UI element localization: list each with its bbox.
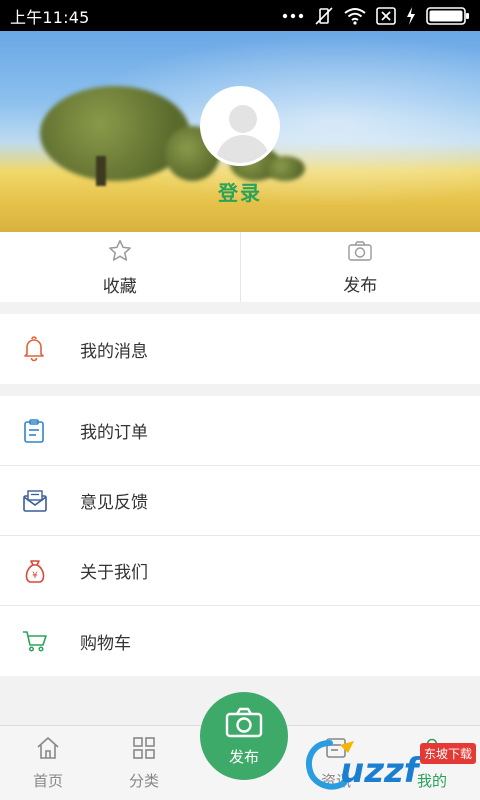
vibrate-mute-icon <box>314 6 334 26</box>
battery-icon <box>426 6 470 25</box>
menu-label: 购物车 <box>80 633 131 654</box>
menu-item-about[interactable]: ¥ 关于我们 <box>0 536 480 606</box>
home-icon <box>35 736 61 764</box>
login-link[interactable]: 登录 <box>0 177 480 206</box>
publish-fab-button[interactable]: 发布 <box>200 692 288 780</box>
menu-item-cart[interactable]: 购物车 <box>0 606 480 676</box>
wifi-icon <box>344 7 366 25</box>
menu-item-feedback[interactable]: 意见反馈 <box>0 466 480 536</box>
favorites-label: 收藏 <box>102 276 137 297</box>
camera-icon <box>224 706 264 742</box>
publish-button[interactable]: 发布 <box>239 232 480 302</box>
menu-group-messages: 我的消息 <box>0 314 480 384</box>
camera-icon <box>347 239 373 267</box>
svg-text:¥: ¥ <box>32 571 38 581</box>
menu-item-messages[interactable]: 我的消息 <box>0 314 480 384</box>
menu-group-main: 我的订单 意见反馈 ¥ 关于我们 购物车 <box>0 396 480 676</box>
quick-actions: 收藏 发布 <box>0 232 480 302</box>
menu-label: 我的订单 <box>80 423 148 443</box>
publish-fab-label: 发布 <box>228 747 259 766</box>
charging-bolt-icon <box>406 6 416 25</box>
bell-icon <box>0 336 80 362</box>
star-icon <box>107 238 133 268</box>
profile-header: 登录 <box>0 31 480 232</box>
nav-home-label: 首页 <box>32 771 63 790</box>
grid-icon <box>132 736 156 764</box>
status-bar: 上午11:45 <box>0 0 480 31</box>
menu-item-orders[interactable]: 我的订单 <box>0 396 480 466</box>
more-dots-icon <box>282 13 304 19</box>
publish-label: 发布 <box>343 275 378 296</box>
cart-icon <box>0 629 80 653</box>
favorites-button[interactable]: 收藏 <box>0 232 240 302</box>
status-time: 上午11:45 <box>10 7 90 27</box>
watermark-text: uzzf <box>340 751 419 791</box>
nav-category[interactable]: 分类 <box>96 726 192 800</box>
nav-category-label: 分类 <box>128 771 159 790</box>
money-bag-icon: ¥ <box>0 558 80 584</box>
menu-label: 我的消息 <box>80 341 148 362</box>
status-icons <box>282 6 470 26</box>
envelope-icon <box>0 489 80 513</box>
watermark-badge: 东坡下载 <box>420 743 477 764</box>
menu-label: 关于我们 <box>80 563 148 583</box>
watermark-logo: uzzf 东坡下载 <box>300 735 480 800</box>
clipboard-icon <box>0 418 80 444</box>
no-sim-icon <box>376 6 396 25</box>
nav-home[interactable]: 首页 <box>0 726 96 800</box>
menu-label: 意见反馈 <box>80 493 148 513</box>
avatar[interactable] <box>200 86 280 166</box>
